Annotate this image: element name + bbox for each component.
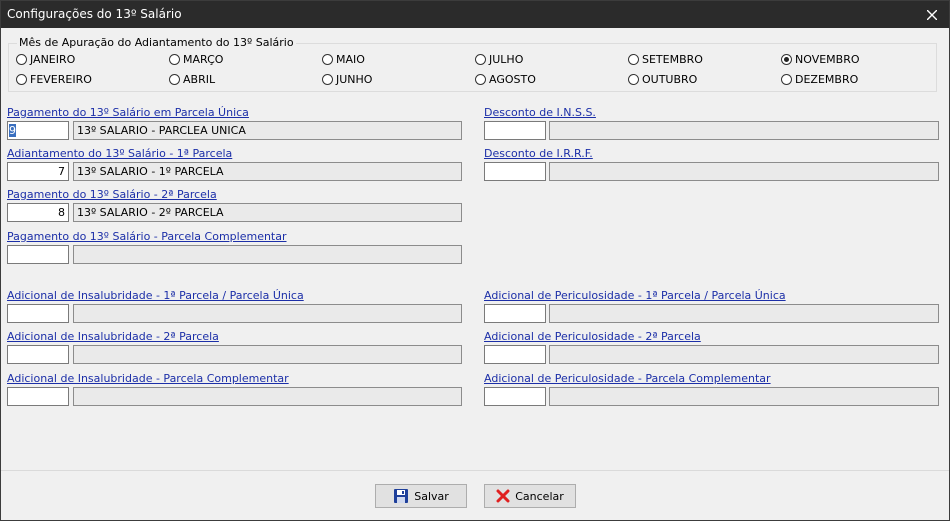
radio-maio[interactable]: MAIO <box>322 52 365 66</box>
desc-field-insalubridade-complementar <box>73 387 462 406</box>
title-bar: Configurações do 13º Salário <box>1 1 949 28</box>
radio-abril[interactable]: ABRIL <box>169 72 215 86</box>
radio-label: SETEMBRO <box>642 52 703 66</box>
code-input-insalubridade-complementar[interactable] <box>7 387 69 406</box>
label-periculosidade-1-parcela[interactable]: Adicional de Periculosidade - 1ª Parcela… <box>484 289 786 302</box>
code-input-pagamento-complementar[interactable] <box>7 245 69 264</box>
code-input-pagamento-2-parcela[interactable]: 8 <box>7 203 69 222</box>
radio-circle <box>16 73 27 85</box>
label-desconto-inss[interactable]: Desconto de I.N.S.S. <box>484 106 596 119</box>
radio-novembro[interactable]: NOVEMBRO <box>781 52 860 66</box>
radio-outubro[interactable]: OUTUBRO <box>628 72 697 86</box>
radio-circle <box>475 73 486 85</box>
radio-agosto[interactable]: AGOSTO <box>475 72 536 86</box>
radio-julho[interactable]: JULHO <box>475 52 523 66</box>
radio-label: FEVEREIRO <box>30 72 92 86</box>
label-pagamento-complementar[interactable]: Pagamento do 13º Salário - Parcela Compl… <box>7 230 287 243</box>
radio-label: JUNHO <box>336 72 373 86</box>
radio-circle <box>16 53 27 65</box>
radio-label: JULHO <box>489 52 524 66</box>
label-pagamento-2-parcela[interactable]: Pagamento do 13º Salário - 2ª Parcela <box>7 188 217 201</box>
window-title: Configurações do 13º Salário <box>7 7 182 21</box>
label-insalubridade-complementar[interactable]: Adicional de Insalubridade - Parcela Com… <box>7 372 289 385</box>
radio-dezembro[interactable]: DEZEMBRO <box>781 72 858 86</box>
desc-field-adiantamento-1-parcela: 13º SALARIO - 1º PARCELA <box>73 162 462 181</box>
radio-label: DEZEMBRO <box>795 72 859 86</box>
desc-field-desconto-inss <box>549 121 939 140</box>
radio-label: NOVEMBRO <box>795 52 860 66</box>
code-input-periculosidade-1-parcela[interactable] <box>484 304 546 323</box>
label-periculosidade-complementar[interactable]: Adicional de Periculosidade - Parcela Co… <box>484 372 771 385</box>
desc-field-insalubridade-2-parcela <box>73 345 462 364</box>
radio-label: MAIO <box>336 52 365 66</box>
label-insalubridade-2-parcela[interactable]: Adicional de Insalubridade - 2ª Parcela <box>7 330 219 343</box>
radio-circle <box>169 53 180 65</box>
radio-circle <box>628 73 639 85</box>
code-input-insalubridade-1-parcela[interactable] <box>7 304 69 323</box>
desc-field-pagamento-parcela-unica: 13º SALARIO - PARCLEA UNICA <box>73 121 462 140</box>
radio-label: AGOSTO <box>489 72 536 86</box>
desc-field-periculosidade-complementar <box>549 387 939 406</box>
save-button-label: Salvar <box>414 489 449 503</box>
desc-field-pagamento-2-parcela: 13º SALARIO - 2º PARCELA <box>73 203 462 222</box>
cancel-button[interactable]: Cancelar <box>484 484 576 508</box>
code-input-desconto-inss[interactable] <box>484 121 546 140</box>
radio-circle <box>322 73 333 85</box>
radio-label: JANEIRO <box>30 52 76 66</box>
radio-circle-selected <box>781 53 792 65</box>
desc-field-insalubridade-1-parcela <box>73 304 462 323</box>
radio-setembro[interactable]: SETEMBRO <box>628 52 703 66</box>
code-input-insalubridade-2-parcela[interactable] <box>7 345 69 364</box>
desc-field-periculosidade-2-parcela <box>549 345 939 364</box>
label-pagamento-parcela-unica[interactable]: Pagamento do 13º Salário em Parcela Únic… <box>7 106 249 119</box>
radio-circle <box>628 53 639 65</box>
radio-label: MARÇO <box>183 52 224 66</box>
cancel-button-label: Cancelar <box>515 489 564 503</box>
radio-circle <box>169 73 180 85</box>
radio-label: ABRIL <box>183 72 216 86</box>
close-icon <box>927 9 937 20</box>
month-group-label: Mês de Apuração do Adiantamento do 13º S… <box>17 36 296 49</box>
code-input-adiantamento-1-parcela[interactable]: 7 <box>7 162 69 181</box>
radio-janeiro[interactable]: JANEIRO <box>16 52 75 66</box>
dialog-window: Configurações do 13º Salário Mês de Apur… <box>0 0 950 521</box>
footer-divider <box>1 470 949 471</box>
radio-marco[interactable]: MARÇO <box>169 52 223 66</box>
label-desconto-irrf[interactable]: Desconto de I.R.R.F. <box>484 147 593 160</box>
red-x-icon <box>496 489 510 503</box>
radio-dot <box>784 56 789 62</box>
radio-circle <box>475 53 486 65</box>
label-insalubridade-1-parcela[interactable]: Adicional de Insalubridade - 1ª Parcela … <box>7 289 304 302</box>
code-input-desconto-irrf[interactable] <box>484 162 546 181</box>
radio-label: OUTUBRO <box>642 72 698 86</box>
label-periculosidade-2-parcela[interactable]: Adicional de Periculosidade - 2ª Parcela <box>484 330 701 343</box>
desc-field-periculosidade-1-parcela <box>549 304 939 323</box>
desc-field-desconto-irrf <box>549 162 939 181</box>
save-button[interactable]: Salvar <box>375 484 467 508</box>
desc-field-pagamento-complementar <box>73 245 462 264</box>
radio-circle <box>322 53 333 65</box>
radio-junho[interactable]: JUNHO <box>322 72 372 86</box>
radio-fevereiro[interactable]: FEVEREIRO <box>16 72 92 86</box>
close-button[interactable] <box>915 1 949 28</box>
code-input-pagamento-parcela-unica[interactable]: 9 <box>7 121 69 140</box>
label-adiantamento-1-parcela[interactable]: Adiantamento do 13º Salário - 1ª Parcela <box>7 147 232 160</box>
floppy-disk-icon <box>394 489 409 503</box>
code-input-periculosidade-complementar[interactable] <box>484 387 546 406</box>
code-value: 9 <box>9 124 16 137</box>
code-input-periculosidade-2-parcela[interactable] <box>484 345 546 364</box>
radio-circle <box>781 73 792 85</box>
